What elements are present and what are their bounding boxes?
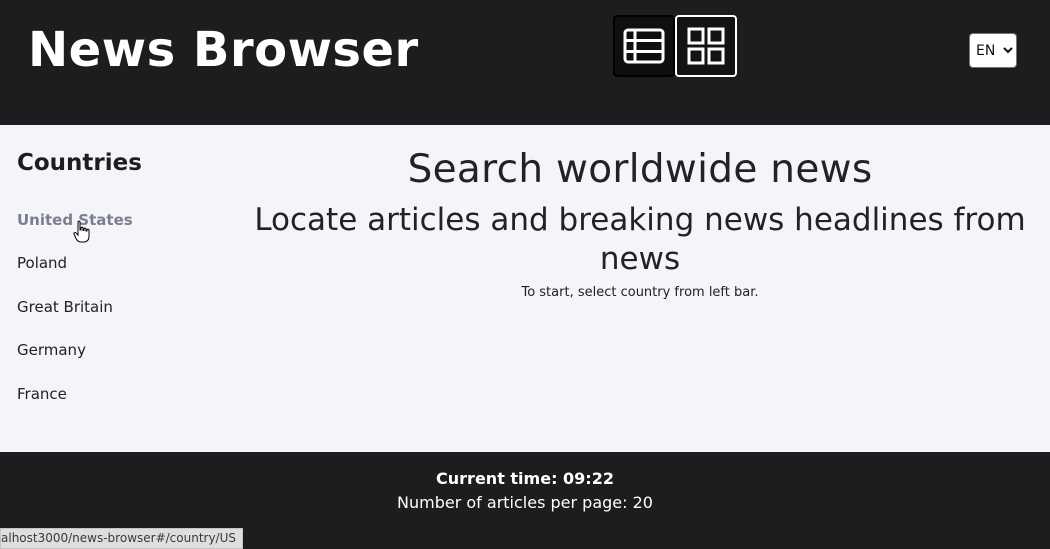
language-select[interactable]: EN (969, 33, 1017, 68)
current-time-text: Current time: 09:22 (436, 469, 614, 488)
grid-view-button[interactable] (675, 15, 737, 77)
app-header: News Browser EN (0, 0, 1050, 125)
main-content: Search worldwide news Locate articles an… (230, 125, 1050, 452)
status-bar-url: alhost3000/news-browser#/country/US (0, 528, 244, 549)
sidebar-item-great-britain[interactable]: Great Britain (17, 297, 113, 317)
main-heading: Search worldwide news (407, 147, 873, 192)
app-title: News Browser (28, 22, 419, 78)
sidebar-item-france[interactable]: France (17, 384, 67, 404)
sidebar-title: Countries (17, 150, 142, 176)
countries-sidebar: Countries United States Poland Great Bri… (0, 125, 230, 452)
grid-view-icon (687, 27, 725, 65)
main-subheading: Locate articles and breaking news headli… (254, 202, 1026, 277)
list-view-icon (623, 28, 665, 64)
main-hint-text: To start, select country from left bar. (521, 285, 759, 300)
list-view-button[interactable] (613, 15, 675, 77)
sidebar-item-germany[interactable]: Germany (17, 340, 86, 360)
sidebar-item-poland[interactable]: Poland (17, 253, 67, 273)
articles-per-page-text: Number of articles per page: 20 (397, 493, 653, 512)
hand-cursor-icon (73, 220, 90, 243)
